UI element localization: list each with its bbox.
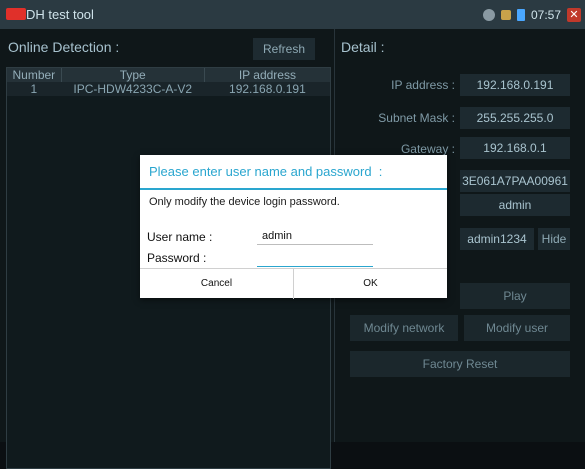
modify-network-button[interactable]: Modify network <box>350 315 458 341</box>
password-underline <box>257 266 373 267</box>
detail-heading: Detail : <box>341 39 385 55</box>
username-label: User name : <box>147 230 213 244</box>
cell-type: IPC-HDW4233C-A-V2 <box>62 82 205 96</box>
gateway-label: Gateway : <box>400 142 455 156</box>
dialog-title: Please enter user name and password : <box>149 164 383 179</box>
column-header-type: Type <box>62 68 205 82</box>
cancel-button[interactable]: Cancel <box>140 269 294 299</box>
dialog-message: Only modify the device login password. <box>149 196 340 208</box>
password-field[interactable]: admin1234 <box>460 228 534 250</box>
username-field[interactable]: admin <box>460 194 570 216</box>
status-time: 07:57 <box>530 8 561 22</box>
username-input[interactable]: admin <box>262 230 372 244</box>
play-button[interactable]: Play <box>460 283 570 309</box>
serial-number-field[interactable]: 3E061A7PAA00961 <box>460 170 570 192</box>
app-title: DH test tool <box>26 7 94 22</box>
gateway-field[interactable]: 192.168.0.1 <box>460 137 570 159</box>
table-row[interactable]: 1 IPC-HDW4233C-A-V2 192.168.0.191 <box>7 82 330 96</box>
online-detection-heading: Online Detection : <box>8 39 120 55</box>
login-dialog: Please enter user name and password : On… <box>140 155 447 299</box>
battery-icon <box>516 9 525 21</box>
dialog-button-bar: Cancel OK <box>140 268 447 299</box>
status-bar: 07:57 ✕ <box>482 6 581 24</box>
factory-reset-button[interactable]: Factory Reset <box>350 351 570 377</box>
alarm-icon <box>482 9 495 21</box>
username-underline <box>257 244 373 245</box>
tf-card-icon <box>500 10 511 20</box>
title-bar: DH test tool 07:57 ✕ <box>0 0 585 29</box>
column-header-number: Number <box>7 68 62 82</box>
hide-password-button[interactable]: Hide <box>538 228 570 250</box>
app-window: DH test tool 07:57 ✕ Online Detection : … <box>0 0 585 469</box>
table-header: Number Type IP address <box>7 68 330 82</box>
ip-address-label: IP address : <box>391 78 455 92</box>
app-logo-icon <box>6 8 26 20</box>
cell-number: 1 <box>7 82 62 96</box>
ip-address-field[interactable]: 192.168.0.191 <box>460 74 570 96</box>
dialog-divider <box>140 188 447 190</box>
cell-ip: 192.168.0.191 <box>229 82 306 96</box>
close-icon[interactable]: ✕ <box>567 8 581 22</box>
modify-user-button[interactable]: Modify user <box>464 315 570 341</box>
password-label: Password : <box>147 251 207 265</box>
subnet-mask-label: Subnet Mask : <box>378 111 455 125</box>
refresh-button[interactable]: Refresh <box>253 38 315 60</box>
column-header-ip: IP address <box>238 68 296 82</box>
subnet-mask-field[interactable]: 255.255.255.0 <box>460 107 570 129</box>
ok-button[interactable]: OK <box>294 269 447 299</box>
